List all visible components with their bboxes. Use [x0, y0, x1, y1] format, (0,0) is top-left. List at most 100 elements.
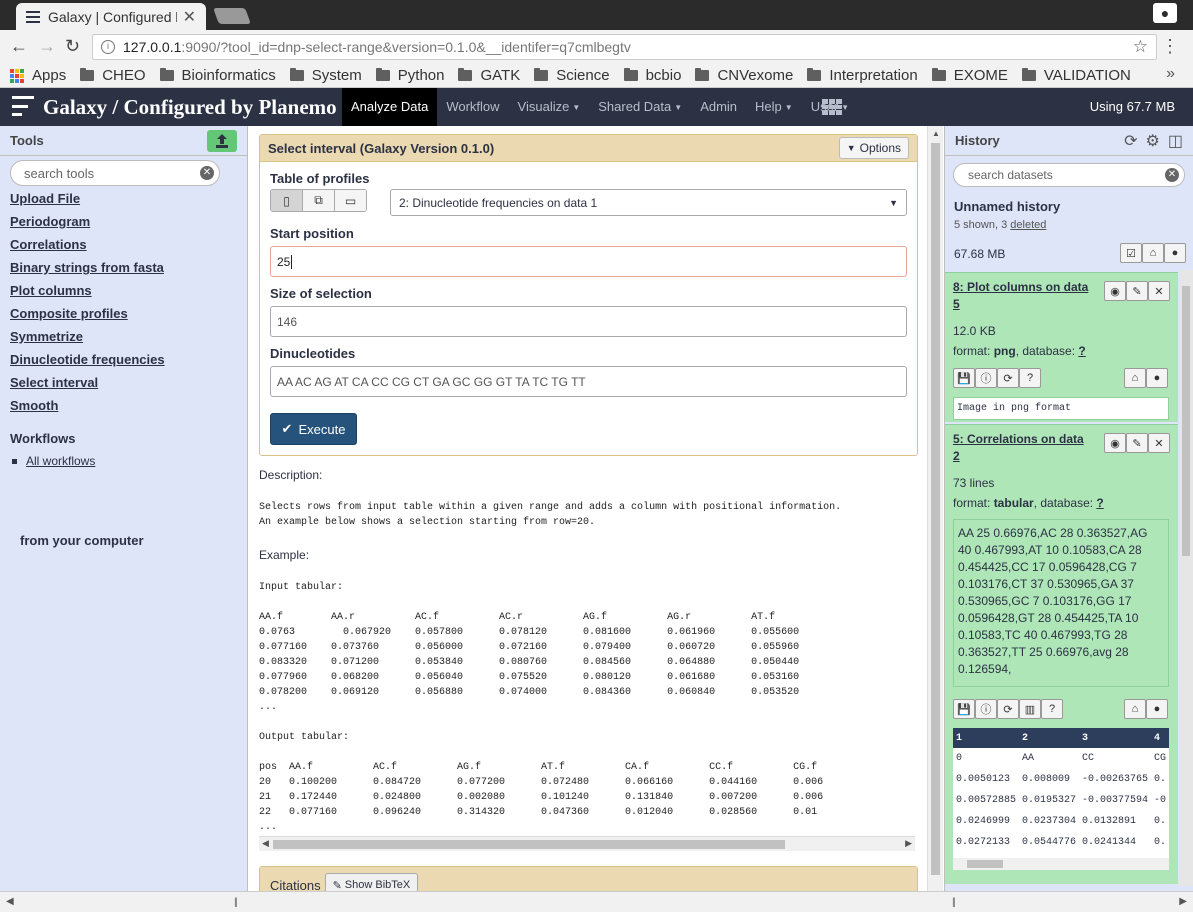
galaxy-logo-icon[interactable] — [12, 96, 34, 116]
collapse-left-icon[interactable]: ◀ — [6, 896, 14, 907]
bookmark-folder[interactable]: Python — [375, 67, 444, 84]
scrollbar-thumb[interactable] — [931, 143, 940, 875]
dataset-title[interactable]: 5: Correlations on data 2 — [953, 431, 1093, 465]
nav-shared-data[interactable]: Shared Data ▼ — [589, 88, 691, 126]
clear-search-icon[interactable]: ✕ — [1165, 168, 1179, 182]
bookmark-folder[interactable]: System — [289, 67, 362, 84]
bookmark-folder[interactable]: CNVexome — [695, 67, 793, 84]
rerun-icon[interactable]: ⟳ — [997, 699, 1019, 719]
scroll-right-icon[interactable]: ▶ — [905, 838, 912, 849]
site-info-icon[interactable]: i — [101, 40, 115, 54]
bookmark-apps[interactable]: Apps — [10, 67, 66, 84]
tool-select-interval[interactable]: Select interval — [10, 374, 165, 397]
history-name[interactable]: Unnamed history — [954, 199, 1060, 214]
tags-icon[interactable]: ⌂ — [1142, 243, 1164, 263]
tool-dinucleotide-frequencies[interactable]: Dinucleotide frequencies — [10, 351, 165, 374]
clear-search-icon[interactable]: ✕ — [200, 166, 214, 180]
resize-grip-icon[interactable]: ||| — [952, 897, 956, 908]
multiple-datasets-icon[interactable]: ⧉ — [303, 190, 335, 211]
collapse-right-icon[interactable]: ▶ — [1179, 896, 1187, 907]
browser-tab[interactable]: Galaxy | Configured by Planemo ✕ — [16, 3, 206, 30]
pencil-icon[interactable]: ✎ — [1126, 433, 1148, 453]
tool-symmetrize[interactable]: Symmetrize — [10, 328, 165, 351]
reload-icon[interactable]: ↻ — [65, 36, 80, 57]
size-of-selection-input[interactable]: 146 — [270, 306, 907, 337]
dataset-title[interactable]: 8: Plot columns on data 5 — [953, 279, 1093, 313]
nav-analyze-data[interactable]: Analyze Data — [342, 88, 438, 126]
bookmark-folder[interactable]: EXOME — [931, 67, 1008, 84]
nav-help[interactable]: Help ▼ — [746, 88, 802, 126]
nav-workflow[interactable]: Workflow — [437, 88, 508, 126]
upload-button[interactable] — [207, 129, 237, 152]
eye-icon[interactable]: ◉ — [1104, 433, 1126, 453]
scrollbar-thumb[interactable] — [1182, 286, 1190, 556]
tool-upload-file[interactable]: Upload File from your computer — [10, 190, 165, 548]
refresh-icon[interactable]: ⟳ — [1124, 131, 1137, 151]
tool-search-input[interactable]: search tools ✕ — [10, 160, 220, 186]
nav-visualize[interactable]: Visualize ▼ — [509, 88, 590, 126]
annotation-icon[interactable]: ● — [1146, 699, 1168, 719]
help-icon[interactable]: ? — [1019, 368, 1041, 388]
bookmark-folder[interactable]: GATK — [458, 67, 520, 84]
start-position-input[interactable]: 25 — [270, 246, 907, 277]
columns-icon[interactable]: ◫ — [1168, 131, 1183, 151]
back-icon[interactable]: ← — [10, 36, 28, 57]
bookmark-folder[interactable]: CHEO — [80, 67, 146, 84]
close-tab-icon[interactable]: ✕ — [183, 7, 196, 27]
info-icon[interactable]: ⓘ — [975, 699, 997, 719]
tool-periodogram[interactable]: Periodogram — [10, 213, 165, 236]
save-icon[interactable]: 💾 — [953, 368, 975, 388]
bookmark-folder[interactable]: VALIDATION — [1021, 67, 1131, 84]
execute-button[interactable]: ✔ Execute — [270, 413, 357, 445]
tags-icon[interactable]: ⌂ — [1124, 699, 1146, 719]
annotation-icon[interactable]: ● — [1146, 368, 1168, 388]
brand-title[interactable]: Galaxy / Configured by Planemo — [43, 95, 337, 120]
new-tab-button[interactable] — [213, 8, 251, 24]
scrollbar-thumb[interactable] — [967, 860, 1003, 868]
address-bar[interactable]: i 127.0.0.1:9090/?tool_id=dnp-select-ran… — [92, 34, 1157, 60]
tool-correlations[interactable]: Correlations — [10, 236, 165, 259]
center-scrollbar[interactable]: ▲ ▼ — [927, 126, 943, 912]
scroll-up-icon[interactable]: ▲ — [932, 129, 940, 138]
scroll-left-icon[interactable]: ◀ — [262, 838, 269, 849]
horizontal-scrollbar[interactable]: ◀ ▶ — [259, 836, 915, 851]
browser-menu-icon[interactable]: ⋮ — [1161, 36, 1179, 57]
peek-horizontal-scrollbar[interactable] — [953, 858, 1169, 870]
tool-binary-strings[interactable]: Binary strings from fasta — [10, 259, 165, 282]
bookmark-star-icon[interactable]: ☆ — [1133, 37, 1148, 57]
nav-admin[interactable]: Admin — [691, 88, 746, 126]
bookmark-folder[interactable]: bcbio — [623, 67, 681, 84]
select-datasets-icon[interactable]: ☑ — [1120, 243, 1142, 263]
bookmark-folder[interactable]: Interpretation — [807, 67, 918, 84]
more-bookmarks-icon[interactable]: » — [1166, 65, 1175, 83]
bookmark-folder[interactable]: Bioinformatics — [159, 67, 276, 84]
tool-composite-profiles[interactable]: Composite profiles — [10, 305, 165, 328]
annotation-icon[interactable]: ● — [1164, 243, 1186, 263]
options-button[interactable]: ▼ Options — [838, 137, 909, 159]
visualize-chart-icon[interactable]: ▥ — [1019, 699, 1041, 719]
scrollbar-thumb[interactable] — [273, 840, 785, 849]
eye-icon[interactable]: ◉ — [1104, 281, 1126, 301]
gear-icon[interactable]: ⚙ — [1146, 131, 1160, 151]
bookmark-folder[interactable]: Science — [534, 67, 610, 84]
dinucleotides-input[interactable]: AA AC AG AT CA CC CG CT GA GC GG GT TA T… — [270, 366, 907, 397]
single-dataset-icon[interactable]: ▯ — [271, 190, 303, 211]
save-icon[interactable]: 💾 — [953, 699, 975, 719]
delete-icon[interactable]: ✕ — [1148, 281, 1170, 301]
scratchbook-grid-icon[interactable] — [822, 99, 842, 115]
rerun-icon[interactable]: ⟳ — [997, 368, 1019, 388]
forward-icon[interactable]: → — [38, 36, 56, 57]
info-icon[interactable]: ⓘ — [975, 368, 997, 388]
delete-icon[interactable]: ✕ — [1148, 433, 1170, 453]
all-workflows-link[interactable]: All workflows — [26, 454, 95, 468]
table-of-profiles-select[interactable]: 2: Dinucleotide frequencies on data 1 ▼ — [390, 189, 907, 216]
help-icon[interactable]: ? — [1041, 699, 1063, 719]
tool-smooth[interactable]: Smooth — [10, 397, 165, 420]
resize-grip-icon[interactable]: ||| — [234, 897, 238, 908]
tags-icon[interactable]: ⌂ — [1124, 368, 1146, 388]
deleted-link[interactable]: deleted — [1010, 219, 1046, 231]
pencil-icon[interactable]: ✎ — [1126, 281, 1148, 301]
profile-icon[interactable]: ● — [1153, 3, 1177, 23]
dataset-search-input[interactable]: search datasets ✕ — [953, 163, 1185, 187]
history-scrollbar[interactable] — [1179, 270, 1193, 886]
